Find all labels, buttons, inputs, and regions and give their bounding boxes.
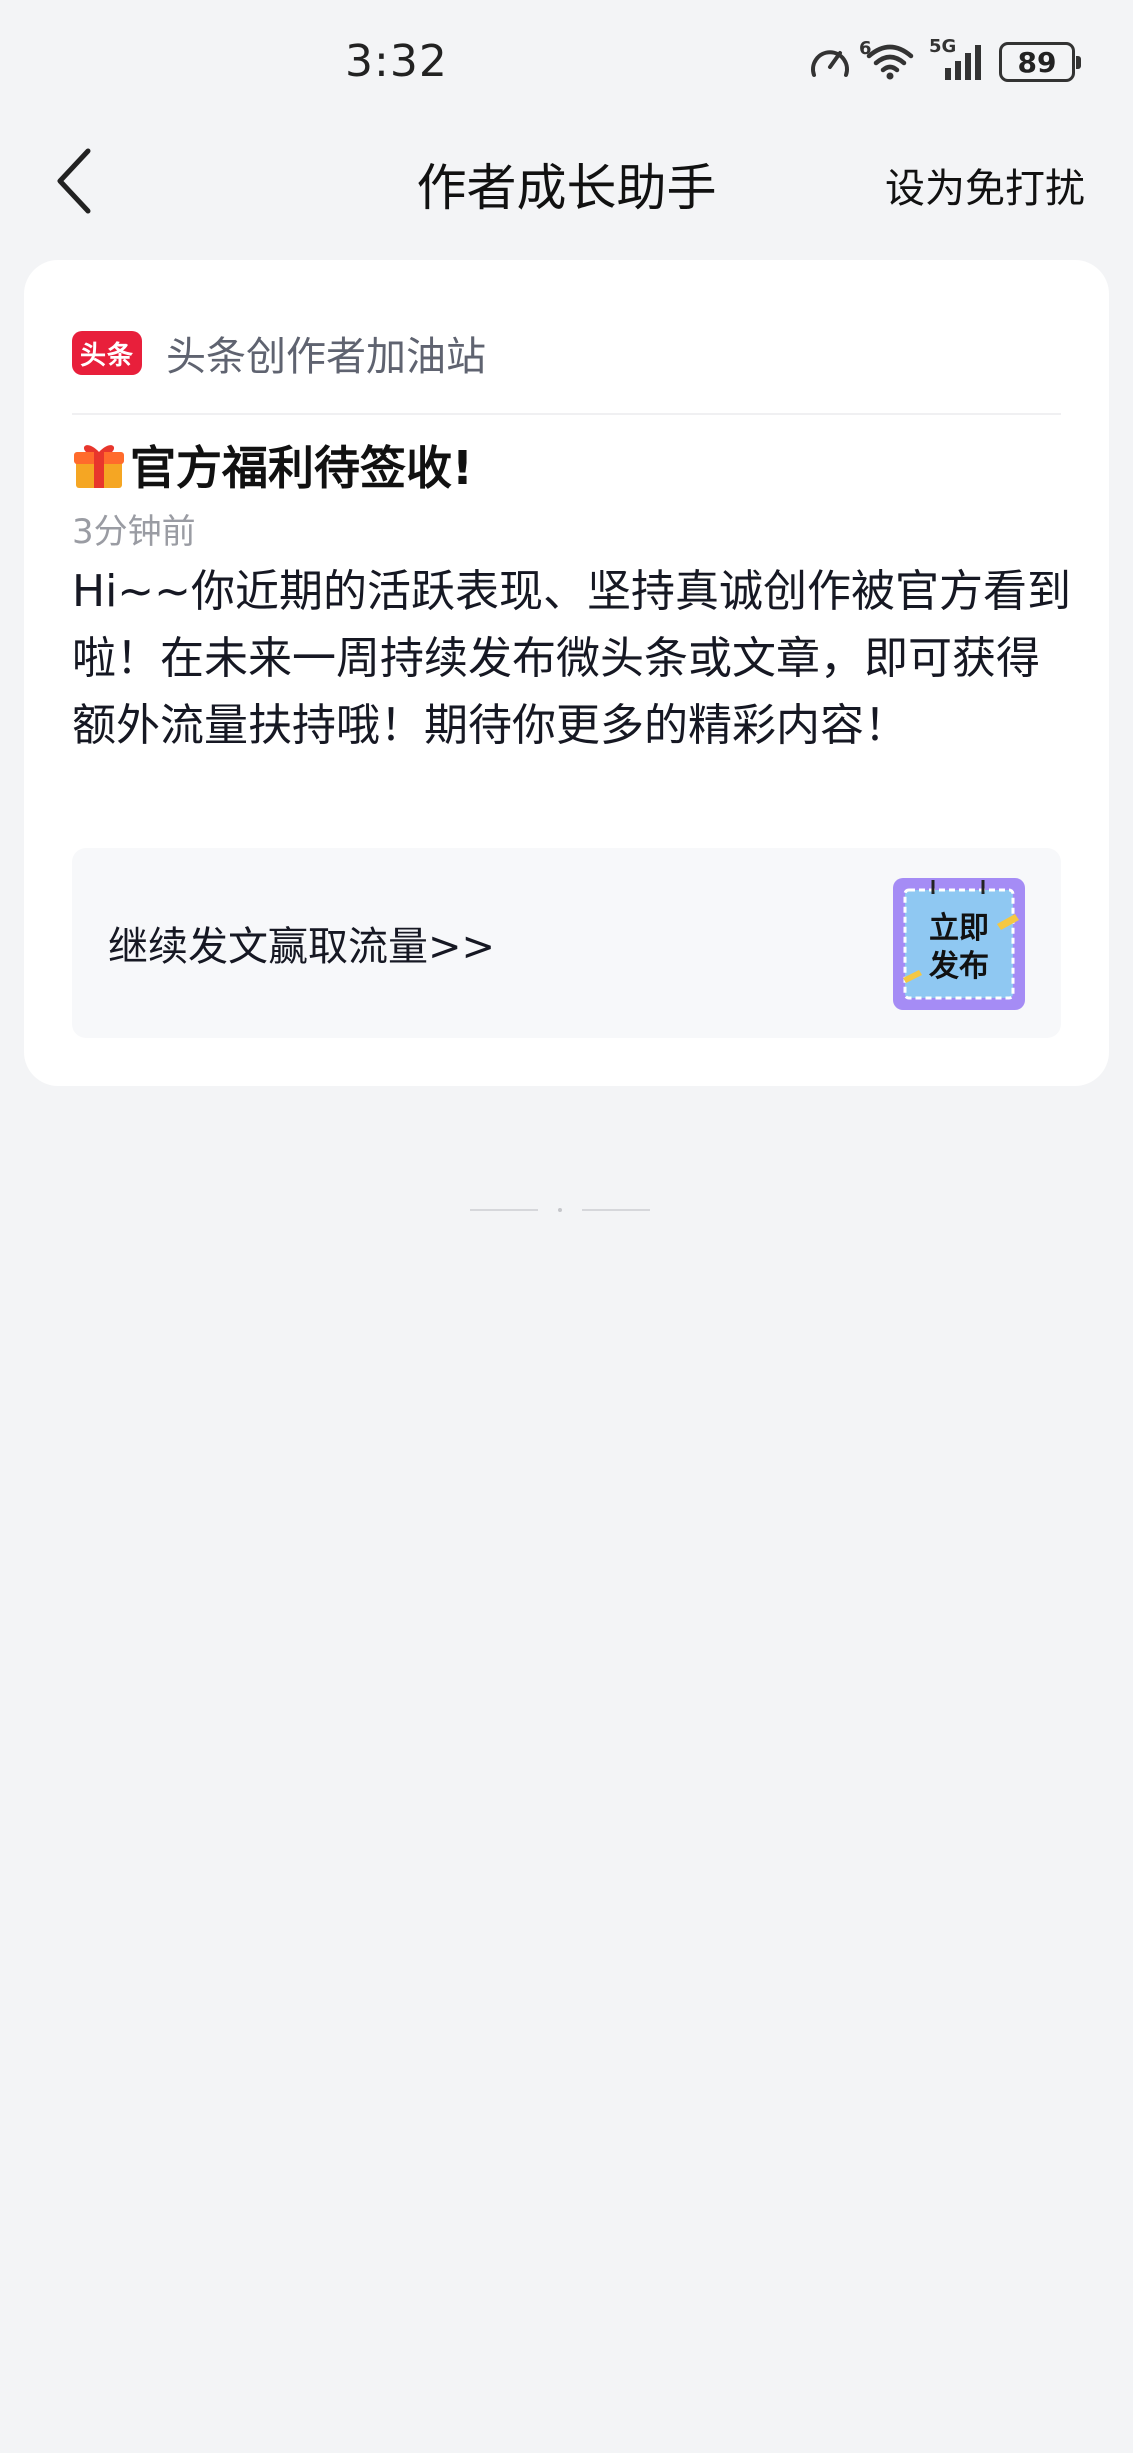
message-body: Hi~~你近期的活跃表现、坚持真诚创作被官方看到啦！在未来一周持续发布微头条或文… (72, 566, 1072, 751)
message-card: 头条 头条创作者加油站 官方福利待签收! 3分钟前 Hi~~你近期的活跃表现、坚… (24, 260, 1109, 1086)
battery-level: 89 (1017, 45, 1057, 79)
message-title: 官方福利待签收! (72, 430, 473, 500)
wifi-icon (866, 44, 914, 80)
card-header: 头条 头条创作者加油站 (72, 320, 486, 386)
end-dot (558, 1208, 562, 1212)
back-button[interactable] (44, 146, 104, 216)
badge-line-1: 立即 (929, 911, 989, 946)
divider (72, 413, 1061, 415)
end-line-left (470, 1209, 538, 1211)
end-of-list-indicator (470, 1200, 650, 1220)
continue-posting-banner[interactable]: 继续发文赢取流量>> 立即 发布 (72, 848, 1061, 1038)
cellular-signal-icon (945, 45, 981, 80)
gift-icon (74, 445, 124, 488)
end-line-right (582, 1209, 650, 1211)
cta-label: 继续发文赢取流量>> (108, 924, 496, 970)
nav-bar: 作者成长助手 设为免打扰 (0, 126, 1133, 236)
do-not-disturb-button[interactable]: 设为免打扰 (885, 156, 1085, 214)
speed-icon (811, 50, 849, 77)
status-icons: 6 5G 89 (809, 36, 1081, 84)
message-title-text: 官方福利待签收! (130, 441, 473, 495)
status-time: 3:32 (345, 36, 448, 87)
chevron-left-icon (57, 148, 91, 214)
message-time: 3分钟前 (72, 512, 196, 552)
toutiao-logo: 头条 (72, 331, 142, 375)
publish-now-badge-icon[interactable]: 立即 发布 (893, 878, 1025, 1010)
battery-icon: 89 (999, 42, 1081, 82)
status-bar: 3:32 6 5G 89 (0, 0, 1133, 126)
badge-line-2: 发布 (928, 949, 989, 984)
source-name: 头条创作者加油站 (166, 334, 486, 380)
